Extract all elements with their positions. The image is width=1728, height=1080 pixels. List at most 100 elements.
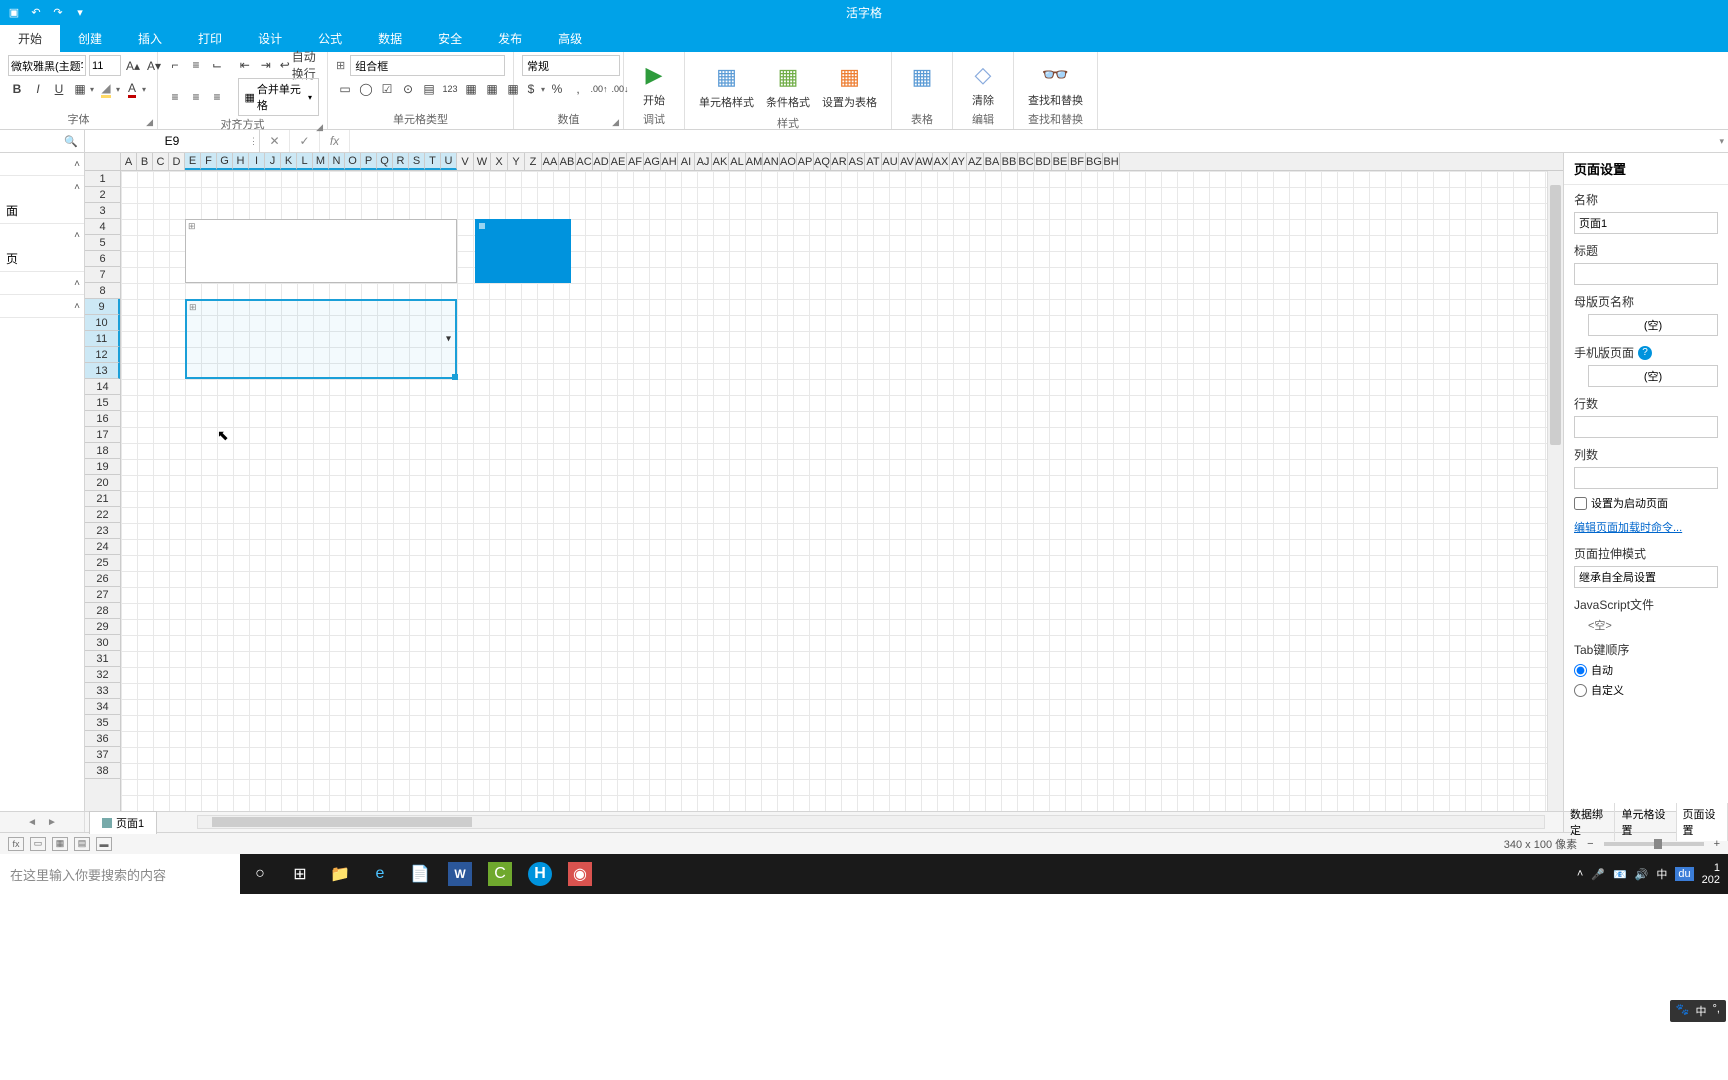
- task-view-icon[interactable]: ⊞: [280, 854, 320, 894]
- table-button[interactable]: ▦: [900, 55, 944, 111]
- tab-security[interactable]: 安全: [420, 25, 480, 52]
- zoom-in-icon[interactable]: +: [1714, 838, 1720, 850]
- ime-floating-badge[interactable]: 🐾 中 °,: [1670, 1000, 1726, 1022]
- camtasia-icon[interactable]: C: [488, 862, 512, 886]
- cell-style-button[interactable]: ▦单元格样式: [693, 55, 760, 115]
- col-header-S[interactable]: S: [409, 153, 425, 170]
- formula-input[interactable]: ▾: [350, 130, 1728, 152]
- row-count-input[interactable]: [1574, 416, 1718, 438]
- tab-order-auto-radio[interactable]: 自动: [1564, 660, 1728, 680]
- col-header-M[interactable]: M: [313, 153, 329, 170]
- col-header-A[interactable]: A: [121, 153, 137, 170]
- find-replace-button[interactable]: 👓查找和替换: [1022, 55, 1089, 111]
- align-bottom-icon[interactable]: ⌙: [208, 55, 226, 75]
- left-section-2-toggle[interactable]: ˄: [0, 176, 84, 198]
- tray-du-badge[interactable]: du: [1675, 867, 1693, 881]
- page-title-input[interactable]: [1574, 263, 1718, 285]
- undo-icon[interactable]: ↶: [28, 5, 44, 21]
- view-mode-2-icon[interactable]: ▭: [30, 837, 46, 851]
- row-header-9[interactable]: 9: [85, 299, 120, 315]
- col-header-AY[interactable]: AY: [950, 153, 967, 170]
- col-header-AB[interactable]: AB: [559, 153, 576, 170]
- horizontal-scrollbar[interactable]: [197, 815, 1545, 829]
- tab-advanced[interactable]: 高级: [540, 25, 600, 52]
- merge-cells-button[interactable]: ▦合并单元格▾: [238, 78, 319, 116]
- col-header-AV[interactable]: AV: [899, 153, 916, 170]
- celltype-grid1-icon[interactable]: ▦: [462, 79, 480, 99]
- row-header-28[interactable]: 28: [85, 603, 120, 619]
- col-header-D[interactable]: D: [169, 153, 185, 170]
- col-header-AC[interactable]: AC: [576, 153, 593, 170]
- tab-order-custom-radio[interactable]: 自定义: [1564, 680, 1728, 700]
- col-header-T[interactable]: T: [425, 153, 441, 170]
- zoom-knob[interactable]: [1654, 839, 1662, 849]
- formula-expand-icon[interactable]: ▾: [1719, 136, 1724, 147]
- outdent-icon[interactable]: ⇤: [236, 55, 254, 75]
- edge-icon[interactable]: e: [360, 854, 400, 894]
- tray-expand-icon[interactable]: ˄: [1577, 868, 1583, 880]
- font-dialog-launcher-icon[interactable]: ◢: [146, 117, 153, 128]
- row-header-31[interactable]: 31: [85, 651, 120, 667]
- tray-mail-icon[interactable]: 📧: [1613, 868, 1627, 881]
- col-header-AF[interactable]: AF: [627, 153, 644, 170]
- left-item-sheet[interactable]: 页: [0, 246, 84, 271]
- view-mode-1-icon[interactable]: fx: [8, 837, 24, 851]
- align-left-icon[interactable]: ≡: [166, 87, 184, 107]
- help-icon[interactable]: ?: [1638, 346, 1652, 360]
- border-button[interactable]: ▦▾: [71, 79, 94, 99]
- col-header-AE[interactable]: AE: [610, 153, 627, 170]
- merged-cell-1[interactable]: ⊞: [185, 219, 457, 283]
- fill-handle[interactable]: [452, 374, 458, 380]
- col-header-X[interactable]: X: [491, 153, 508, 170]
- page-name-input[interactable]: [1574, 212, 1718, 234]
- align-center-icon[interactable]: ≡: [187, 87, 205, 107]
- left-section-3-toggle[interactable]: ˄: [0, 224, 84, 246]
- taskbar-search-input[interactable]: 在这里输入你要搜索的内容: [0, 854, 240, 894]
- align-right-icon[interactable]: ≡: [208, 87, 226, 107]
- combobox-dropdown-icon[interactable]: ▾: [446, 334, 451, 345]
- cell-type-select[interactable]: [350, 55, 505, 76]
- col-header-L[interactable]: L: [297, 153, 313, 170]
- row-header-15[interactable]: 15: [85, 395, 120, 411]
- increase-decimal-icon[interactable]: .00↑: [590, 79, 608, 99]
- row-header-2[interactable]: 2: [85, 187, 120, 203]
- row-header-19[interactable]: 19: [85, 459, 120, 475]
- left-section-5-toggle[interactable]: ˄: [0, 295, 84, 317]
- row-header-21[interactable]: 21: [85, 491, 120, 507]
- col-header-P[interactable]: P: [361, 153, 377, 170]
- word-icon[interactable]: W: [448, 862, 472, 886]
- col-header-K[interactable]: K: [281, 153, 297, 170]
- col-header-AA[interactable]: AA: [542, 153, 559, 170]
- col-header-V[interactable]: V: [457, 153, 474, 170]
- row-header-36[interactable]: 36: [85, 731, 120, 747]
- align-dialog-launcher-icon[interactable]: ◢: [316, 122, 323, 133]
- file-explorer-icon[interactable]: 📁: [320, 854, 360, 894]
- col-header-AU[interactable]: AU: [882, 153, 899, 170]
- row-header-10[interactable]: 10: [85, 315, 120, 331]
- col-header-BB[interactable]: BB: [1001, 153, 1018, 170]
- col-header-AM[interactable]: AM: [746, 153, 763, 170]
- italic-button[interactable]: I: [29, 79, 47, 99]
- taskbar-clock[interactable]: 1 202: [1702, 862, 1720, 886]
- col-header-E[interactable]: E: [185, 153, 201, 170]
- view-mode-3-icon[interactable]: ▦: [52, 837, 68, 851]
- mobile-page-input[interactable]: [1588, 365, 1718, 387]
- col-count-input[interactable]: [1574, 467, 1718, 489]
- run-button[interactable]: ▶ 开始: [632, 55, 676, 111]
- row-header-35[interactable]: 35: [85, 715, 120, 731]
- search-icon[interactable]: 🔍: [64, 135, 78, 148]
- col-header-R[interactable]: R: [393, 153, 409, 170]
- qat-dropdown-icon[interactable]: ▾: [72, 5, 88, 21]
- col-header-BF[interactable]: BF: [1069, 153, 1086, 170]
- col-header-AZ[interactable]: AZ: [967, 153, 984, 170]
- row-header-14[interactable]: 14: [85, 379, 120, 395]
- col-header-BC[interactable]: BC: [1018, 153, 1035, 170]
- tab-publish[interactable]: 发布: [480, 25, 540, 52]
- redo-icon[interactable]: ↷: [50, 5, 66, 21]
- row-header-20[interactable]: 20: [85, 475, 120, 491]
- row-header-38[interactable]: 38: [85, 763, 120, 779]
- row-header-27[interactable]: 27: [85, 587, 120, 603]
- font-size-select[interactable]: [89, 55, 121, 76]
- row-header-13[interactable]: 13: [85, 363, 120, 379]
- left-section-4-toggle[interactable]: ˄: [0, 272, 84, 294]
